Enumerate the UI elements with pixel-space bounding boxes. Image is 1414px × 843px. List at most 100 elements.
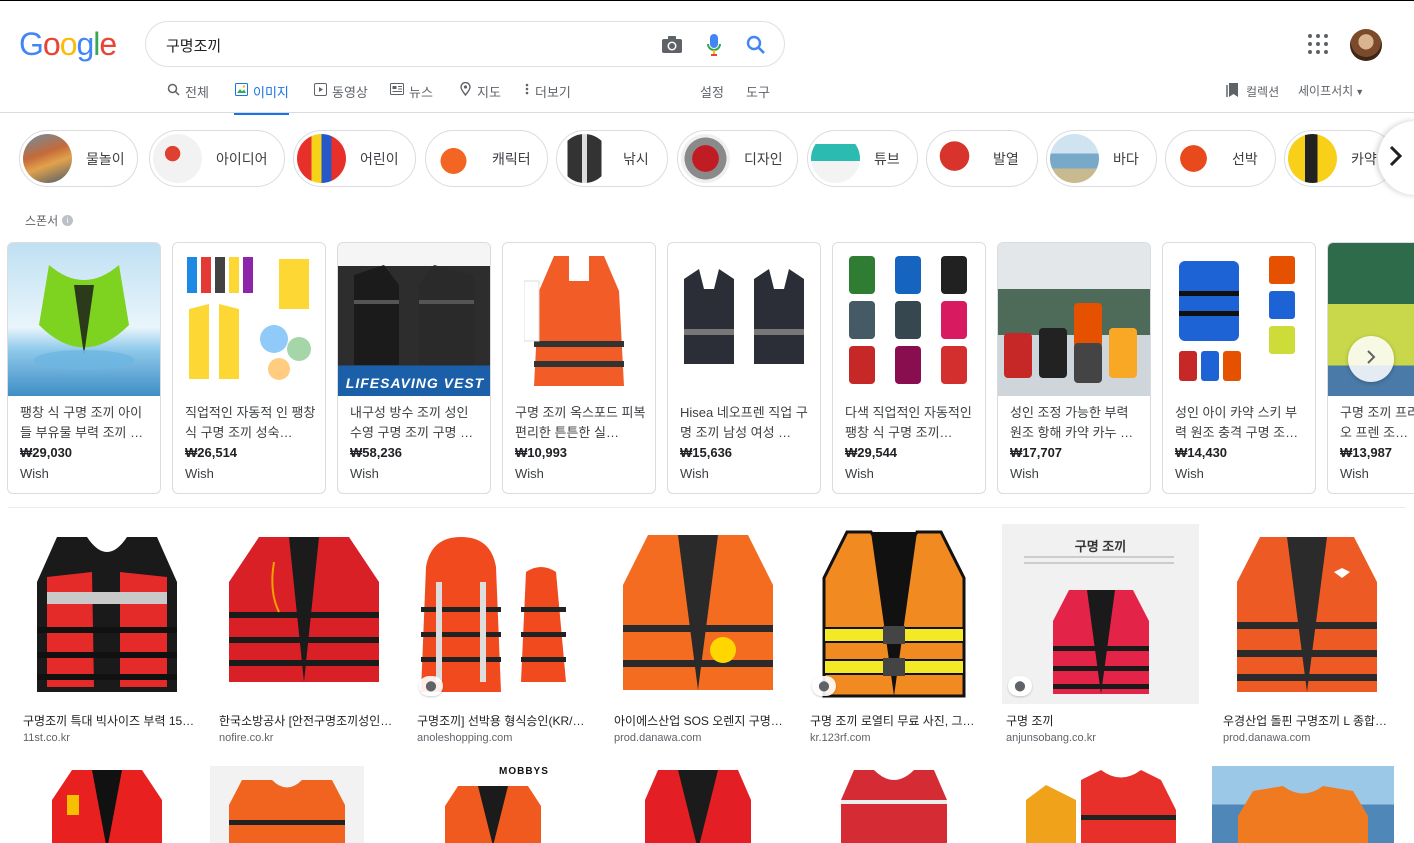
ad-card[interactable]: 직업적인 자동적 인 팽창 식 구명 조끼 성숙… ₩26,514 Wish: [172, 242, 326, 494]
product-tag-icon[interactable]: ⬤: [419, 676, 443, 696]
result-card[interactable]: MOBBYS: [413, 766, 573, 843]
chip-ship[interactable]: 선박: [1165, 130, 1276, 187]
chip-thumbnail: [681, 134, 730, 183]
chip-thumbnail: [560, 134, 609, 183]
chip-thumbnail: [1050, 134, 1099, 183]
ad-card[interactable]: 구명 조끼 옥스포드 피복 편리한 튼튼한 실… ₩10,993 Wish: [502, 242, 656, 494]
image-caption-line: [1024, 556, 1174, 558]
result-card[interactable]: 한국소방공사 [안전구명조끼성인… nofire.co.kr: [215, 524, 393, 744]
ad-card[interactable]: Hisea 네오프렌 직업 구명 조끼 남성 여성 … ₩15,636 Wish: [667, 242, 821, 494]
chip-thumbnail: [1169, 134, 1218, 183]
result-image: [215, 524, 393, 704]
dropdown-arrow-icon: ▼: [1355, 87, 1365, 97]
chip-thumbnail: [429, 134, 478, 183]
product-image: [833, 243, 985, 396]
search-icon: [166, 82, 180, 96]
ads-next-button[interactable]: [1348, 336, 1394, 382]
result-card[interactable]: [610, 766, 786, 843]
result-card[interactable]: 우경산업 돌핀 구명조끼 L 종합정… prod.danawa.com: [1219, 524, 1395, 744]
chip-thumbnail: [1288, 134, 1337, 183]
tab-videos[interactable]: 동영상: [313, 82, 368, 113]
result-image: ⬤: [806, 524, 982, 704]
tab-more[interactable]: 더보기: [524, 82, 571, 113]
chip-design[interactable]: 디자인: [677, 130, 798, 187]
window-top-border: [0, 0, 1414, 1]
chip-tube[interactable]: 튜브: [807, 130, 918, 187]
bookmark-icon: [1226, 82, 1240, 101]
chip-water-play[interactable]: 물놀이: [19, 130, 138, 187]
chevron-right-icon: [1366, 349, 1376, 370]
chip-character[interactable]: 캐릭터: [425, 130, 548, 187]
ad-card[interactable]: 성인 아이 카약 스키 부력 원조 충격 구명 조… ₩14,430 Wish: [1162, 242, 1316, 494]
search-submit-icon[interactable]: [744, 33, 768, 57]
product-tag-icon[interactable]: ⬤: [812, 676, 836, 696]
result-card[interactable]: [1002, 766, 1199, 843]
safesearch-dropdown[interactable]: 세이프서치 ▼: [1298, 82, 1364, 99]
brand-text: MOBBYS: [499, 766, 549, 777]
chip-ideas[interactable]: 아이디어: [149, 130, 285, 187]
tools-link[interactable]: 도구: [746, 82, 770, 101]
product-image-caption: LIFESAVING VEST: [345, 375, 485, 391]
apps-grid-icon[interactable]: [1306, 32, 1330, 56]
map-pin-icon: [458, 82, 472, 96]
ad-card[interactable]: 성인 조정 가능한 부력 원조 항해 카약 카누 … ₩17,707 Wish: [997, 242, 1151, 494]
result-card[interactable]: [806, 766, 982, 843]
result-card[interactable]: 아이에스산업 SOS 오렌지 구명조… prod.danawa.com: [610, 524, 786, 744]
ads-divider: [8, 507, 1406, 508]
microphone-icon[interactable]: [702, 33, 726, 57]
result-card[interactable]: [19, 766, 195, 843]
result-image: 구명 조끼 ⬤: [1002, 524, 1199, 704]
chips-scroll-right-button[interactable]: [1378, 121, 1414, 195]
result-card[interactable]: [1212, 766, 1394, 843]
tab-maps[interactable]: 지도: [458, 82, 501, 113]
more-vert-icon: [524, 82, 530, 96]
chip-thumbnail: [297, 134, 346, 183]
product-image: [668, 243, 820, 396]
result-card[interactable]: 구명조끼 특대 빅사이즈 부력 15… 11st.co.kr: [19, 524, 195, 744]
chip-fishing[interactable]: 낚시: [556, 130, 668, 187]
product-image: LIFESAVING VEST: [338, 243, 490, 396]
image-caption-line: [1024, 562, 1174, 564]
chip-thumbnail: [23, 134, 72, 183]
chip-kids[interactable]: 어린이: [293, 130, 416, 187]
product-tag-icon[interactable]: ⬤: [1008, 676, 1032, 696]
ad-card[interactable]: LIFESAVING VEST 내구성 방수 조끼 성인 수영 구명 조끼 구명…: [337, 242, 491, 494]
tab-all[interactable]: 전체: [166, 82, 209, 113]
tab-news[interactable]: 뉴스: [390, 82, 433, 113]
ad-card[interactable]: 다색 직업적인 자동적인 팽창 식 구명 조끼… ₩29,544 Wish: [832, 242, 986, 494]
product-image: [173, 243, 325, 396]
result-image: [1219, 524, 1395, 704]
result-card[interactable]: 구명 조끼 ⬤ 구명 조끼 anjunsobang.co.kr: [1002, 524, 1199, 744]
chip-heated[interactable]: 발열: [926, 130, 1038, 187]
chip-thumbnail: [153, 134, 202, 183]
chevron-right-icon: [1388, 143, 1403, 174]
search-input[interactable]: 구명조끼: [166, 35, 221, 56]
video-icon: [313, 82, 327, 96]
info-icon[interactable]: i: [62, 215, 74, 226]
ad-card[interactable]: 팽창 식 구명 조끼 아이들 부유물 부력 조끼 … ₩29,030 Wish: [7, 242, 161, 494]
tab-images[interactable]: 이미지: [234, 82, 289, 115]
google-logo[interactable]: Google: [19, 26, 117, 63]
image-icon: [234, 82, 248, 96]
product-image: [503, 243, 655, 396]
result-card[interactable]: [210, 766, 364, 843]
chip-sea[interactable]: 바다: [1046, 130, 1157, 187]
news-icon: [390, 82, 404, 96]
product-image-heading: 구명 조끼: [1074, 539, 1127, 554]
result-card[interactable]: ⬤ 구명조끼] 선박용 형식승인(KR/K… anoleshopping.com: [413, 524, 589, 744]
result-card[interactable]: ⬤ 구명 조끼 로열티 무료 사진, 그림,… kr.123rf.com: [806, 524, 982, 744]
chip-thumbnail: [930, 134, 979, 183]
sponsored-label: 스폰서 i: [25, 212, 74, 229]
collections-link[interactable]: 컬렉션: [1226, 82, 1279, 101]
account-avatar[interactable]: [1350, 29, 1382, 61]
product-image: [8, 243, 160, 396]
search-box[interactable]: 구명조끼: [145, 21, 785, 67]
camera-icon[interactable]: [660, 33, 684, 57]
product-image: [998, 243, 1150, 396]
settings-link[interactable]: 설정: [700, 82, 724, 101]
result-image: ⬤: [413, 524, 589, 704]
tabs-divider: [0, 112, 1414, 113]
result-image: [19, 524, 195, 704]
result-image: [610, 524, 786, 704]
product-image: [1163, 243, 1315, 396]
